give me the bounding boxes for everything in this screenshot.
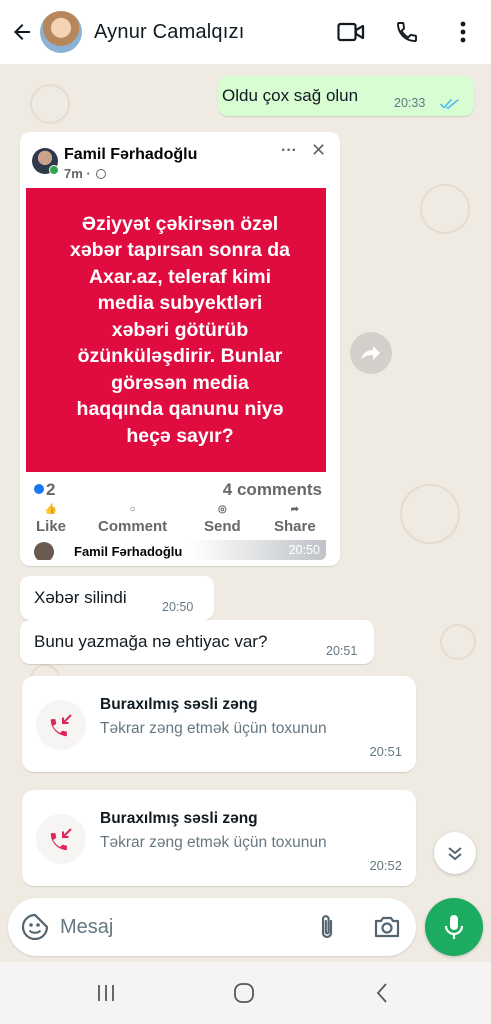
like-reaction-icon (34, 484, 44, 494)
wallpaper-doodle (440, 624, 476, 660)
missed-call-icon-wrap (36, 700, 86, 750)
post-reactions: 2 (34, 480, 55, 500)
post-author: Famil Fərhadoğlu (64, 146, 198, 163)
call-subtitle: Təkrar zəng etmək üçün toxunun (100, 834, 327, 851)
post-more-icon: ··· (281, 142, 297, 159)
message-text: Oldu çox sağ olun (222, 86, 359, 105)
post-send-label: Send (204, 518, 241, 535)
message-input[interactable] (60, 912, 290, 942)
scroll-to-bottom-button[interactable] (434, 832, 476, 874)
chat-area[interactable]: Oldu çox sağ olun 20:33 Famil Fərhadoğlu… (0, 64, 491, 962)
share-icon: ➦ (290, 504, 300, 515)
message-composer (8, 898, 416, 956)
contact-name[interactable]: Aynur Camalqızı (94, 21, 244, 44)
post-share-label: Share (274, 518, 316, 535)
sticker-icon (21, 913, 49, 941)
post-meta: 7m · (64, 166, 107, 181)
missed-call-icon (50, 714, 72, 737)
globe-icon (96, 169, 107, 179)
call-subtitle: Təkrar zəng etmək üçün toxunun (100, 720, 327, 737)
emoji-button[interactable] (20, 912, 50, 942)
post-comments-count: 4 comments (222, 480, 322, 499)
post-like-label: Like (36, 518, 67, 535)
post-text-image: Əziyyət çəkirsən özəl xəbər tapırsan son… (26, 188, 326, 472)
outgoing-message[interactable]: Oldu çox sağ olun 20:33 (218, 76, 474, 116)
missed-call-icon (50, 828, 72, 851)
reaction-count: 2 (46, 480, 56, 499)
incoming-message[interactable]: Bunu yazmağa nə ehtiyac var? 20:51 (20, 620, 374, 664)
call-title: Buraxılmış səsli zəng (100, 696, 258, 713)
forward-icon (361, 346, 380, 360)
wallpaper-doodle (30, 84, 70, 124)
post-footer: Famil Fərhadoğlu 20:50 (26, 540, 326, 560)
camera-icon (374, 916, 400, 938)
voice-call-icon (397, 22, 417, 42)
comment-icon: ○ (129, 504, 136, 515)
missed-call-card[interactable]: Buraxılmış səsli zəng Təkrar zəng etmək … (22, 790, 416, 886)
recents-icon (98, 985, 114, 1001)
back-arrow-icon (14, 24, 30, 40)
post-like-action: 👍 Like (36, 504, 66, 535)
post-actions: 👍 Like ○ Comment ◎ Send ➦ Share (26, 504, 326, 538)
post-author-avatar (32, 148, 59, 175)
message-text: Xəbər silindi (34, 588, 127, 607)
message-time: 20:50 (162, 600, 194, 614)
chat-header: Aynur Camalqızı (0, 0, 491, 64)
shared-post-message[interactable]: Famil Fərhadoğlu 7m · ··· ✕ Əziyyət çəki… (20, 132, 340, 566)
wallpaper-doodle (400, 484, 460, 544)
call-time: 20:52 (369, 858, 402, 873)
post-comment-action: ○ Comment (98, 504, 167, 535)
incoming-message[interactable]: Xəbər silindi 20:50 (20, 576, 214, 620)
post-text: Əziyyət çəkirsən özəl xəbər tapırsan son… (69, 212, 290, 447)
call-time: 20:51 (369, 744, 402, 759)
home-icon (234, 983, 254, 1003)
post-comment-label: Comment (98, 518, 168, 535)
shared-post-card[interactable]: Famil Fərhadoğlu 7m · ··· ✕ Əziyyət çəki… (26, 138, 326, 560)
system-back-button[interactable] (362, 978, 402, 1008)
footer-author: Famil Fərhadoğlu (74, 544, 183, 559)
contact-avatar[interactable] (40, 11, 82, 53)
post-close-icon: ✕ (311, 140, 326, 160)
read-receipt-icon (440, 99, 459, 109)
paperclip-icon (321, 915, 333, 939)
post-age: 7m · (64, 166, 91, 181)
camera-button[interactable] (370, 912, 404, 942)
more-vert-icon (460, 21, 466, 43)
post-share-action: ➦ Share (274, 504, 316, 535)
chevron-left-icon (376, 983, 387, 1003)
missed-call-icon-wrap (36, 814, 86, 864)
message-text: Bunu yazmağa nə ehtiyac var? (34, 632, 268, 651)
call-title: Buraxılmış səsli zəng (100, 810, 258, 827)
send-icon: ◎ (217, 504, 227, 515)
wallpaper-doodle (420, 184, 470, 234)
message-time: 20:51 (326, 644, 358, 658)
back-button[interactable] (2, 0, 42, 64)
video-call-button[interactable] (323, 0, 379, 64)
mic-icon (444, 915, 464, 939)
post-send-action: ◎ Send (204, 504, 241, 535)
recent-apps-button[interactable] (86, 978, 126, 1008)
attach-button[interactable] (312, 912, 342, 942)
message-time: 20:50 (288, 543, 320, 557)
system-nav-bar (0, 962, 491, 1024)
missed-call-card[interactable]: Buraxılmış səsli zəng Təkrar zəng etmək … (22, 676, 416, 772)
double-chevron-down-icon (448, 847, 462, 861)
footer-avatar (34, 542, 54, 560)
voice-call-button[interactable] (379, 0, 435, 64)
message-time: 20:33 (394, 96, 426, 110)
video-call-icon (337, 22, 365, 42)
voice-message-button[interactable] (425, 898, 483, 956)
thumb-up-icon: 👍 (44, 504, 58, 515)
forward-button[interactable] (350, 332, 392, 374)
home-button[interactable] (224, 978, 264, 1008)
more-options-button[interactable] (435, 0, 491, 64)
